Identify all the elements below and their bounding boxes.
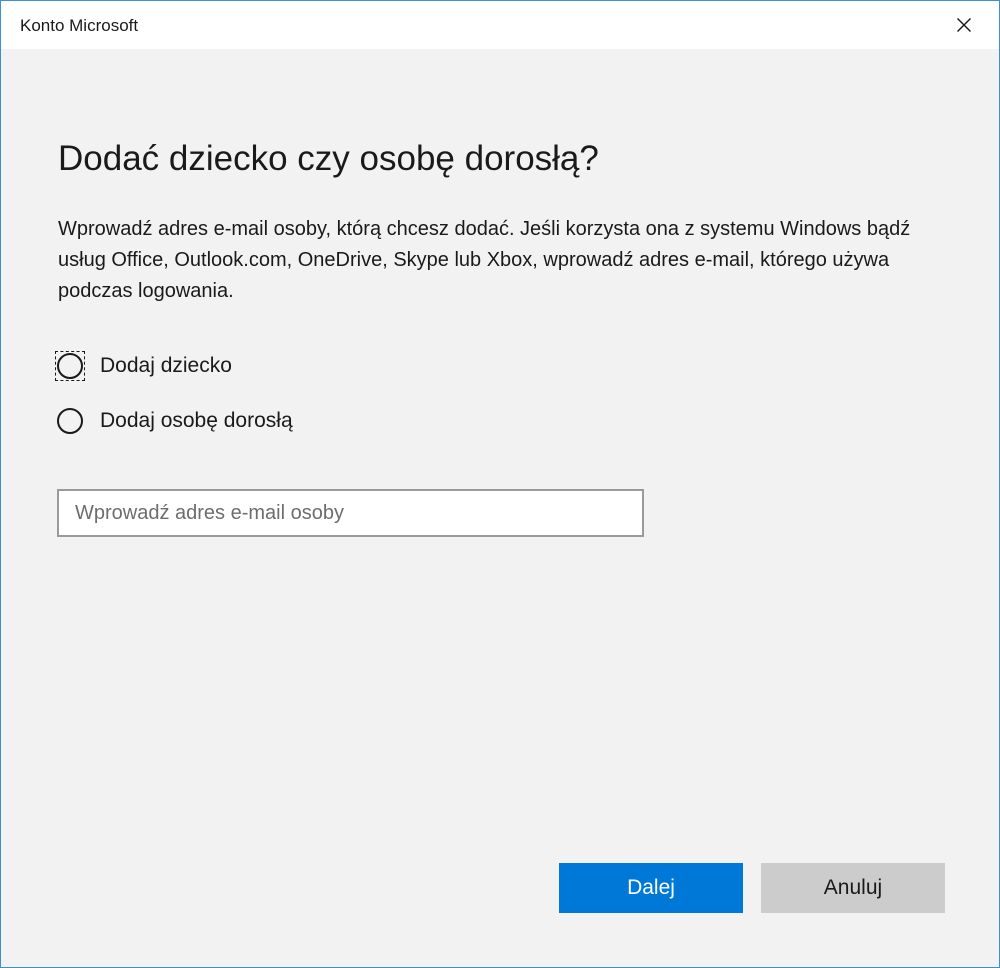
cancel-button[interactable]: Anuluj [761,863,945,913]
close-button[interactable] [929,1,999,49]
next-button[interactable]: Dalej [559,863,743,913]
dialog-description: Wprowadź adres e-mail osoby, którą chces… [58,218,911,302]
add-child-label[interactable]: Dodaj dziecko [100,351,232,381]
add-adult-option[interactable]: Dodaj osobę dorosłą [57,406,293,436]
radio-button-child[interactable] [55,351,85,381]
focus-indicator [55,351,85,381]
add-child-option[interactable]: Dodaj dziecko [55,351,232,381]
title-bar: Konto Microsoft [1,1,999,49]
window-title: Konto Microsoft [20,16,139,35]
email-input[interactable] [57,489,644,537]
dialog-window: Konto Microsoft Dodać dziecko czy osobę … [0,0,1000,968]
close-icon [957,18,971,32]
dialog-heading: Dodać dziecko czy osobę dorosłą? [58,139,599,178]
add-adult-label[interactable]: Dodaj osobę dorosłą [100,406,293,436]
radio-button-adult[interactable] [57,408,83,434]
